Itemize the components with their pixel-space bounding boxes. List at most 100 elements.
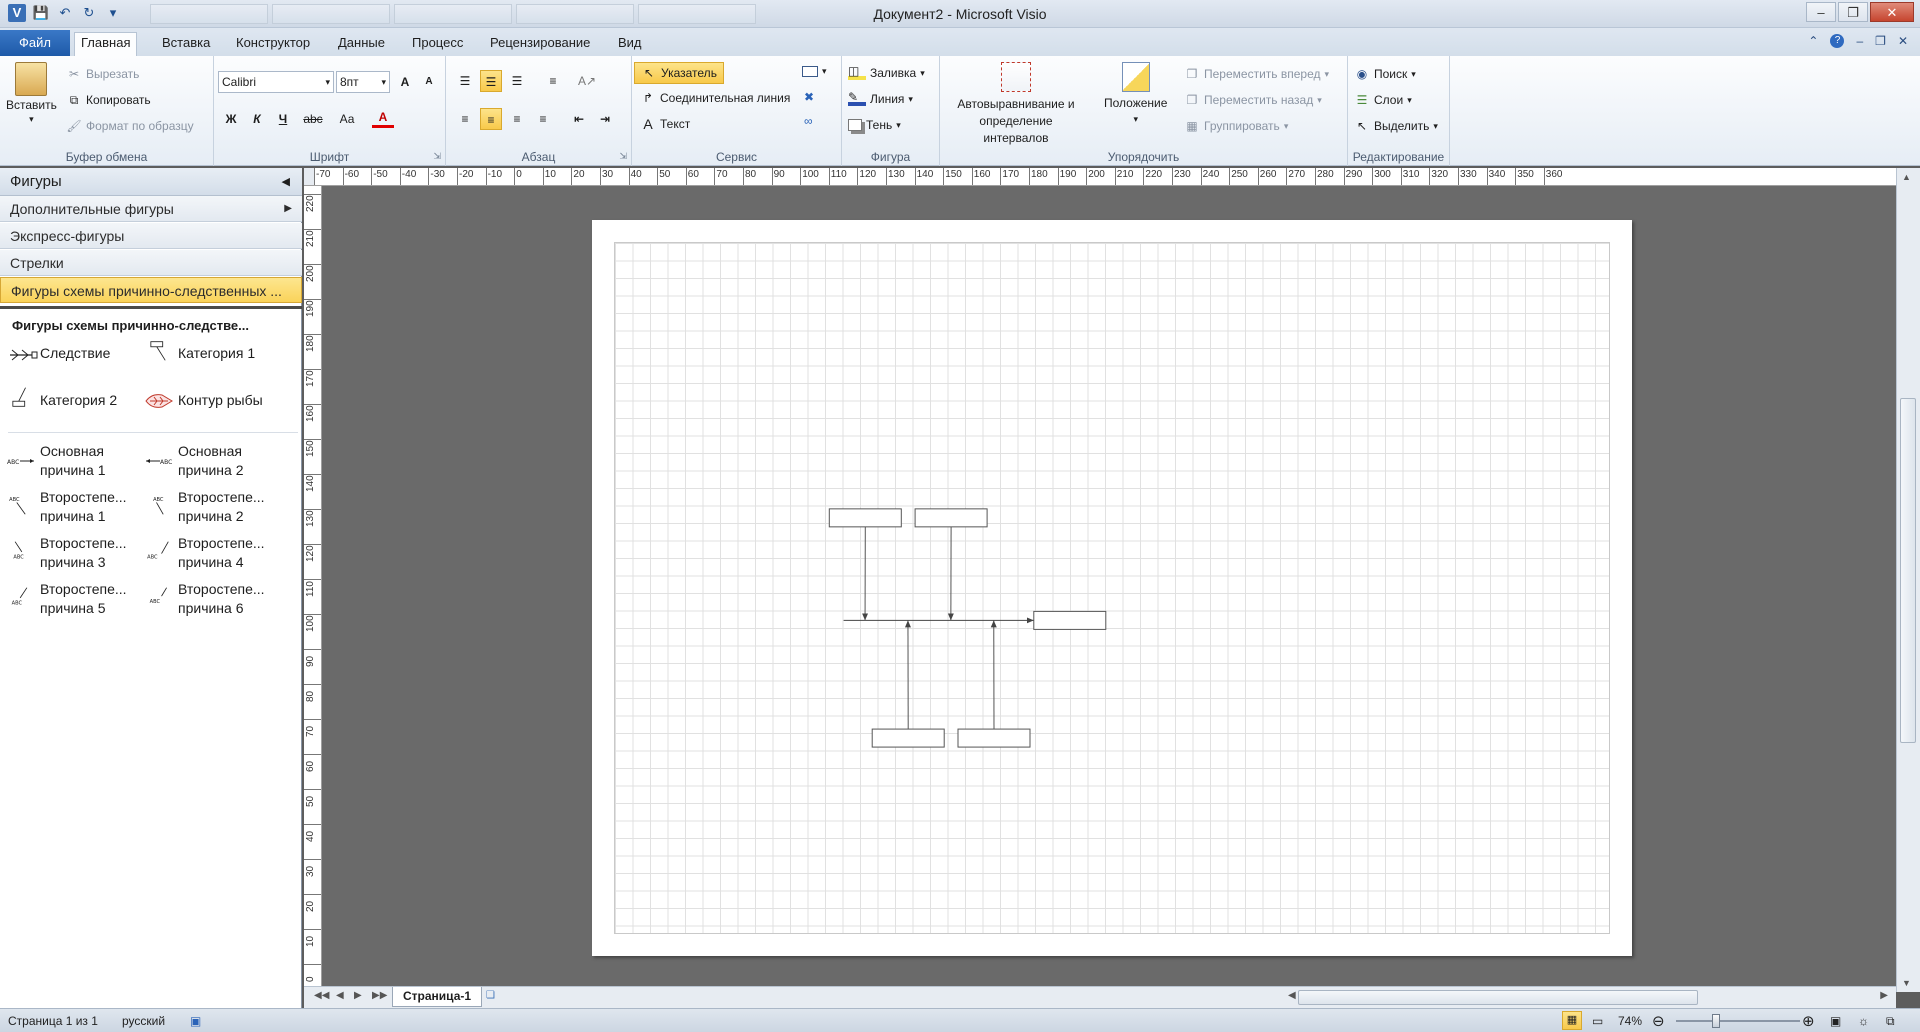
bring-forward-button[interactable]: ❐ Переместить вперед ▾ [1184,66,1329,82]
close-x-icon[interactable]: ✖ [804,90,814,104]
cut-button[interactable]: ✂ Вырезать [66,66,139,82]
find-button[interactable]: ◉ Поиск ▾ [1354,66,1416,82]
stencil-item-secondary-cause4[interactable]: Второстепе... причина 4 [178,534,265,572]
strikethrough-button[interactable]: abc [298,108,328,130]
drawing-page[interactable] [592,220,1632,956]
bold-button[interactable]: Ж [220,108,242,130]
effect-box[interactable] [1033,610,1107,630]
stencil-item-primary-cause1[interactable]: Основная причина 1 [40,442,106,480]
bullets-button[interactable]: ≡ [542,70,564,92]
stencil-arrows[interactable]: Стрелки [0,250,302,276]
page-tab-current[interactable]: Страница-1 [392,987,483,1007]
page-info[interactable]: Страница 1 из 1 [8,1014,98,1028]
horizontal-scroll-thumb[interactable] [1298,990,1698,1005]
align-right-button[interactable]: ≡ [506,108,528,130]
font-size-select[interactable]: 8пт ▾ [336,71,390,93]
decrease-indent-button[interactable]: ⇤ [568,108,590,130]
zoom-slider-knob[interactable] [1712,1014,1720,1028]
vertical-ruler[interactable]: 220 210 200 190 180 170 160 150 140 130 120 110 100 9… [304,186,322,992]
fullscreen-view-icon[interactable]: ▭ [1592,1014,1603,1028]
dialog-launcher-icon[interactable]: ⇲ [433,151,441,162]
align-center-button[interactable]: ≡ [480,108,502,130]
paste-button[interactable]: Вставить ▾ [6,62,57,125]
stencil-item-fish-outline[interactable]: Контур рыбы [178,391,263,410]
shrink-font-button[interactable]: A [418,71,440,93]
zoom-slider[interactable] [1676,1020,1800,1022]
doc-minimize-icon[interactable]: – [1856,34,1863,48]
fill-button[interactable]: ◫ Заливка ▾ [848,65,925,80]
upper-cause-box[interactable] [828,508,902,528]
align-top-button[interactable]: ☰ [454,70,476,92]
italic-button[interactable]: К [246,108,268,130]
maximize-button[interactable]: ❐ [1838,2,1868,22]
scroll-left-icon[interactable]: ◀ [1288,990,1296,1001]
language-indicator[interactable]: русский [122,1014,165,1028]
font-color-button[interactable]: А [372,106,394,128]
next-page-icon[interactable]: ▶ [354,990,362,1001]
change-case-button[interactable]: Аа [332,108,362,130]
stencil-item-secondary-cause6[interactable]: Второстепе... причина 6 [178,580,265,618]
align-bottom-button[interactable]: ☰ [506,70,528,92]
text-direction-button[interactable]: A↗ [576,70,598,92]
first-page-icon[interactable]: ◀◀ [314,990,329,1001]
align-left-button[interactable]: ≡ [454,108,476,130]
layers-button[interactable]: ☰ Слои ▾ [1354,92,1412,108]
switch-windows-icon[interactable]: ⧉ [1886,1014,1895,1029]
stencil-more-shapes[interactable]: Дополнительные фигуры ▶ [0,196,302,222]
justify-button[interactable]: ≡ [532,108,554,130]
stencil-item-secondary-cause1[interactable]: Второстепе... причина 1 [40,488,127,526]
line-button[interactable]: ✎ Линия ▾ [848,91,913,106]
tab-design[interactable]: Конструктор [230,33,316,55]
copy-button[interactable]: ⧉ Копировать [66,92,151,108]
scroll-right-icon[interactable]: ▶ [1880,990,1888,1001]
lower-cause-box[interactable] [957,728,1031,748]
tab-file[interactable]: Файл [0,30,70,56]
horizontal-ruler[interactable]: -70 -60 -50 -40 -30 -20 -10 0 10 20 30 40 50 60 70 80 90… [314,168,1904,186]
stencil-cause-effect[interactable]: Фигуры схемы причинно-следственных ... [0,277,302,303]
stencil-item-secondary-cause5[interactable]: Второстепе... причина 5 [40,580,127,618]
minimize-ribbon-icon[interactable]: ⌃ [1808,34,1818,48]
pan-zoom-icon[interactable]: ☼ [1858,1014,1869,1028]
grow-font-button[interactable]: A [394,71,416,93]
lower-cause-box[interactable] [871,728,945,748]
page-grid[interactable] [614,242,1610,934]
stencil-item-primary-cause2[interactable]: Основная причина 2 [178,442,244,480]
align-middle-button[interactable]: ☰ [480,70,502,92]
close-button[interactable]: ✕ [1870,2,1914,22]
connection-point-icon[interactable]: ∞ [804,114,813,128]
vertical-scrollbar[interactable]: ▲ ▼ [1896,168,1920,992]
stencil-quick-shapes[interactable]: Экспресс-фигуры [0,223,302,249]
tab-view[interactable]: Вид [612,33,648,55]
stencil-item-effect[interactable]: Следствие [40,344,110,363]
insert-page-icon[interactable]: ❏ [486,990,495,1001]
scroll-down-icon[interactable]: ▼ [1902,978,1911,988]
position-button[interactable]: Положение ▾ [1104,62,1167,125]
zoom-level[interactable]: 74% [1618,1014,1642,1028]
dialog-launcher-icon[interactable]: ⇲ [619,151,627,162]
increase-indent-button[interactable]: ⇥ [594,108,616,130]
vertical-scroll-thumb[interactable] [1900,398,1916,743]
connector-tool-button[interactable]: ↱ Соединительная линия [640,90,790,106]
stencil-item-secondary-cause2[interactable]: Второстепе... причина 2 [178,488,265,526]
group-button[interactable]: ▦ Группировать ▾ [1184,118,1288,134]
font-name-select[interactable]: Calibri ▾ [218,71,334,93]
last-page-icon[interactable]: ▶▶ [372,990,387,1001]
collapse-panel-icon[interactable]: ◀ [282,168,290,196]
help-icon[interactable]: ? [1830,34,1845,48]
upper-cause-box[interactable] [914,508,988,528]
tab-process[interactable]: Процесс [406,33,469,55]
doc-restore-icon[interactable]: ❐ [1875,34,1886,48]
tab-insert[interactable]: Вставка [156,33,216,55]
stencil-item-category1[interactable]: Категория 1 [178,344,255,363]
tab-home[interactable]: Главная [74,32,138,57]
fit-page-icon[interactable]: ▣ [1830,1014,1841,1028]
stencil-item-secondary-cause3[interactable]: Второстепе... причина 3 [40,534,127,572]
send-backward-button[interactable]: ❐ Переместить назад ▾ [1184,92,1322,108]
select-button[interactable]: ↖ Выделить ▾ [1354,118,1438,134]
macro-record-icon[interactable]: ▣ [190,1014,201,1028]
shadow-button[interactable]: Тень ▾ [848,118,901,132]
zoom-in-icon[interactable]: ⊕ [1802,1012,1815,1030]
pointer-tool-button[interactable]: ↖ Указатель [634,62,724,84]
minimize-button[interactable]: – [1806,2,1836,22]
fishbone-diagram[interactable] [615,243,1611,935]
